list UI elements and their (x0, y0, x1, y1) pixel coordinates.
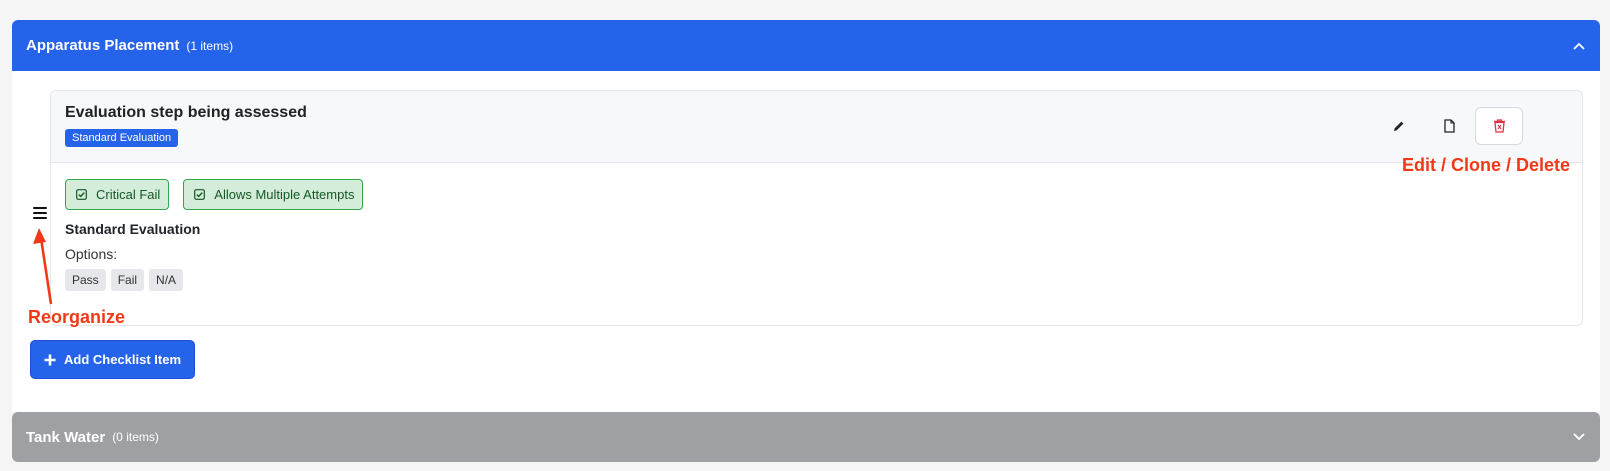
section-header[interactable]: Tank Water (0 items) (12, 412, 1600, 462)
chevron-down-icon[interactable] (1572, 430, 1586, 444)
drag-handle-icon[interactable] (33, 207, 47, 221)
flag-critical-fail: Critical Fail (65, 179, 170, 210)
annotation-reorganize: Reorganize (28, 307, 126, 327)
edit-button[interactable] (1375, 107, 1423, 145)
trash-icon (1493, 119, 1505, 133)
pencil-icon (1394, 121, 1404, 131)
check-square-icon (194, 189, 206, 200)
section-header[interactable]: Apparatus Placement (1 items) (12, 20, 1600, 71)
checklist-item-header: Evaluation step being assessed Standard … (51, 91, 1582, 163)
option-chip-na: N/A (149, 269, 184, 291)
section-title: Tank Water (26, 428, 106, 446)
option-list: Pass Fail N/A (65, 269, 184, 291)
add-checklist-item-button[interactable]: Add Checklist Item (30, 340, 195, 379)
section-tank-water: Tank Water (0 items) (12, 412, 1600, 462)
clone-button[interactable] (1425, 107, 1473, 145)
checklist-item-title: Evaluation step being assessed (65, 104, 307, 121)
flag-label: Allows Multiple Attempts (214, 187, 355, 202)
section-title: Apparatus Placement (26, 37, 180, 54)
flag-allows-multiple-attempts: Allows Multiple Attempts (183, 179, 364, 210)
check-square-icon (76, 189, 87, 200)
option-chip-pass: Pass (65, 269, 106, 291)
document-icon (1443, 119, 1455, 133)
evaluation-name: Standard Evaluation (65, 221, 201, 237)
add-checklist-item-label: Add Checklist Item (63, 352, 182, 367)
annotation-edit-clone-delete: Edit / Clone / Delete (1402, 155, 1571, 175)
evaluation-type-badge: Standard Evaluation (65, 129, 179, 147)
flag-label: Critical Fail (96, 187, 161, 202)
delete-button[interactable] (1475, 107, 1523, 145)
plus-icon (44, 354, 56, 365)
chevron-up-icon[interactable] (1572, 39, 1586, 53)
options-label: Options: (65, 246, 118, 262)
checklist-item-card: Evaluation step being assessed Standard … (50, 90, 1583, 326)
flag-list: Critical Fail Allows Multiple Attempts (65, 179, 364, 210)
section-count: (1 items) (186, 38, 234, 53)
option-chip-fail: Fail (110, 269, 145, 291)
section-count: (0 items) (112, 430, 159, 444)
